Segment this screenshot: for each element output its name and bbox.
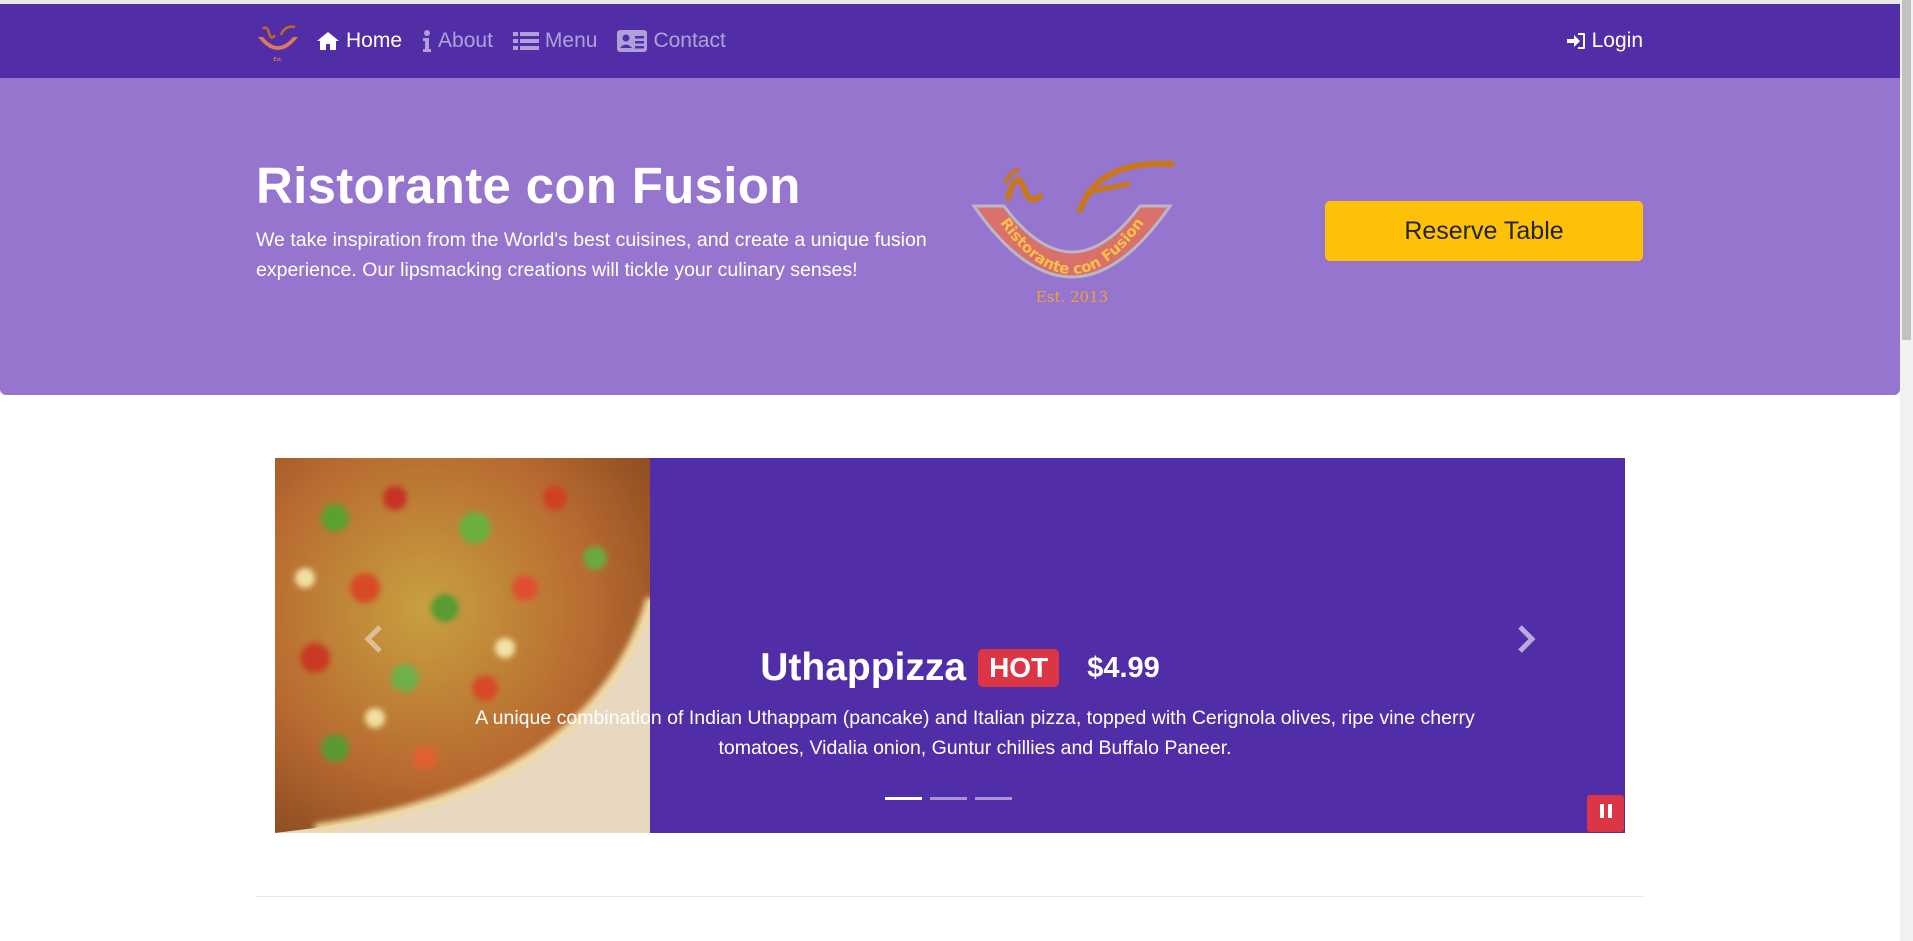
- carousel-indicator-3[interactable]: [975, 797, 1012, 800]
- nav-item-label: Home: [346, 29, 403, 52]
- navbar: Est. Home About Menu Contact Login: [0, 4, 1900, 78]
- home-icon: [316, 31, 340, 51]
- carousel-indicator-1[interactable]: [885, 797, 922, 800]
- status-badge: HOT: [978, 649, 1060, 687]
- sign-in-icon: [1566, 32, 1586, 50]
- reserve-table-button[interactable]: Reserve Table: [1325, 201, 1643, 261]
- hero-banner: Ristorante con Fusion We take inspiratio…: [0, 78, 1900, 395]
- address-card-icon: [617, 30, 648, 52]
- pause-icon: [1599, 803, 1613, 824]
- dish-description: A unique combination of Indian Uthappam …: [475, 707, 1475, 759]
- carousel-pause-button[interactable]: [1587, 795, 1624, 832]
- dish-carousel: Uthappizza HOT $4.99 A unique combinatio…: [275, 458, 1625, 833]
- nav-item-about[interactable]: About: [422, 29, 493, 53]
- nav-item-menu[interactable]: Menu: [512, 29, 598, 53]
- restaurant-logo[interactable]: Est.: [255, 23, 301, 63]
- login-label: Login: [1591, 29, 1643, 52]
- restaurant-logo-large: Ristorante con Fusion Est. 2013: [971, 160, 1175, 306]
- carousel-indicator-2[interactable]: [930, 797, 967, 800]
- dish-price: $4.99: [1087, 651, 1160, 684]
- nav-item-home[interactable]: Home: [316, 29, 402, 53]
- info-icon: [422, 30, 432, 52]
- nav-item-label: Contact: [653, 29, 726, 52]
- list-icon: [512, 31, 539, 51]
- hero-description: We take inspiration from the World's bes…: [256, 229, 927, 281]
- section-divider: [256, 896, 1643, 897]
- nav-item-contact[interactable]: Contact: [617, 29, 726, 53]
- login-link[interactable]: Login: [1566, 4, 1643, 78]
- carousel-caption-title: Uthappizza HOT $4.99: [275, 646, 1625, 690]
- hero-logo-est: Est. 2013: [1036, 288, 1108, 306]
- scrollbar-thumb[interactable]: [1902, 0, 1911, 340]
- dish-name: Uthappizza: [760, 646, 967, 689]
- svg-text:Est.: Est.: [273, 57, 283, 63]
- carousel-indicators: [885, 797, 1020, 800]
- nav-item-label: Menu: [544, 29, 598, 52]
- page-scrollbar[interactable]: [1900, 0, 1913, 941]
- nav-links: Home About Menu Contact: [316, 4, 746, 78]
- page-title: Ristorante con Fusion: [256, 157, 801, 214]
- nav-item-label: About: [438, 29, 493, 52]
